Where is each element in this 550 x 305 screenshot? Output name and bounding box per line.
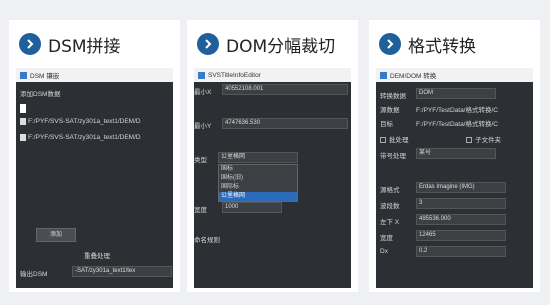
- source-label: 源数据: [380, 107, 400, 114]
- output-label: 输出DSM: [20, 271, 48, 278]
- window-title: DEM/DOM 转换: [390, 73, 437, 80]
- min-y-label: 最小Y: [194, 123, 212, 130]
- panel-dom-clip: DOM分幅裁切 SVSTitleInfoEditor 最小X 40552108.…: [187, 20, 358, 292]
- chevron-right-icon: [197, 33, 219, 55]
- add-file-icon[interactable]: [20, 104, 26, 113]
- lower-left-x-input[interactable]: 495536.000: [416, 214, 506, 225]
- file-icon: [20, 118, 26, 125]
- section-label: 添加DSM数据: [20, 91, 61, 98]
- batch-checkbox[interactable]: 批处理: [380, 134, 409, 144]
- proj-select[interactable]: 某号: [416, 148, 496, 159]
- dropdown-option[interactable]: 国标(旧): [219, 174, 297, 183]
- subfolder-checkbox[interactable]: 子文件夹: [466, 134, 501, 144]
- dom-screenshot: SVSTitleInfoEditor 最小X 40552108.001 最小Y …: [194, 68, 351, 288]
- window-titlebar: SVSTitleInfoEditor: [194, 68, 351, 82]
- target-label: 目标: [380, 121, 393, 128]
- window-titlebar: DEM/DOM 转换: [376, 68, 533, 82]
- output-dsm-input[interactable]: -SAT/zy301a_text1/tex: [72, 266, 172, 277]
- panel-format-convert: 格式转换 DEM/DOM 转换 转换数据 DOM 源数据 F:/PYF/Test…: [369, 20, 540, 292]
- overlap-label: 重叠处理: [84, 253, 110, 260]
- width-label: 宽度: [194, 207, 207, 214]
- checkbox-icon: [380, 137, 386, 144]
- min-y-input[interactable]: 4747636.530: [222, 118, 348, 129]
- type-select[interactable]: 公里格网: [218, 152, 298, 163]
- panel-title: DOM分幅裁切: [226, 36, 336, 57]
- source-value[interactable]: F:/PYF/TestData/格式转换/C: [416, 104, 498, 114]
- dx-label: Dx: [380, 248, 388, 255]
- type-label: 类型: [194, 157, 207, 164]
- panel-header: 格式转换: [369, 20, 540, 68]
- min-x-input[interactable]: 40552108.001: [222, 84, 348, 95]
- dropdown-option-selected[interactable]: 公里格网: [219, 192, 297, 201]
- chevron-right-icon: [379, 33, 401, 55]
- width-input[interactable]: 12465: [416, 230, 506, 241]
- dropdown-option[interactable]: 国标: [219, 165, 297, 174]
- type-dropdown-list: 国标 国标(旧) 国际标 公里格网: [218, 164, 298, 202]
- convert-data-label: 转换数据: [380, 93, 406, 100]
- format-select[interactable]: Erdas Imagine (IMG): [416, 182, 506, 193]
- dx-input[interactable]: 0.2: [416, 246, 506, 257]
- add-button[interactable]: 添加: [36, 228, 76, 242]
- proj-label: 带号处理: [380, 153, 406, 160]
- window-title: SVSTitleInfoEditor: [208, 71, 261, 79]
- app-icon: [198, 71, 205, 79]
- panel-header: DSM拼接: [9, 20, 180, 68]
- checkbox-icon: [466, 137, 472, 144]
- file-row[interactable]: F:/PYF/SVS-SAT/zy301a_text1/DEM/D: [20, 118, 141, 125]
- convert-data-select[interactable]: DOM: [416, 88, 496, 99]
- panel-title: DSM拼接: [48, 36, 121, 57]
- chevron-right-icon: [19, 33, 41, 55]
- naming-label: 命名规则: [194, 237, 220, 244]
- width-label: 宽度: [380, 235, 393, 242]
- target-value[interactable]: F:/PYF/TestData/格式转换/C: [416, 118, 498, 128]
- file-row[interactable]: F:/PYF/SVS-SAT/zy301a_text1/DEM/D: [20, 134, 141, 141]
- lower-left-x-label: 左下 X: [380, 219, 400, 226]
- app-icon: [20, 71, 27, 79]
- band-label: 波段数: [380, 203, 400, 210]
- panel-title: 格式转换: [408, 36, 476, 57]
- panel-dsm-mosaic: DSM拼接 DSM 镶嵌 添加DSM数据 F:/PYF/SVS-SAT/zy30…: [9, 20, 180, 292]
- file-icon: [20, 134, 26, 141]
- format-label: 源格式: [380, 187, 400, 194]
- panel-header: DOM分幅裁切: [187, 20, 358, 68]
- format-screenshot: DEM/DOM 转换 转换数据 DOM 源数据 F:/PYF/TestData/…: [376, 68, 533, 288]
- window-titlebar: DSM 镶嵌: [16, 68, 173, 82]
- dropdown-option[interactable]: 国际标: [219, 183, 297, 192]
- width-input[interactable]: 1000: [222, 202, 282, 213]
- app-icon: [380, 71, 387, 79]
- band-input[interactable]: 3: [416, 198, 506, 209]
- dsm-screenshot: DSM 镶嵌 添加DSM数据 F:/PYF/SVS-SAT/zy301a_tex…: [16, 68, 173, 288]
- min-x-label: 最小X: [194, 89, 212, 96]
- window-title: DSM 镶嵌: [30, 73, 60, 80]
